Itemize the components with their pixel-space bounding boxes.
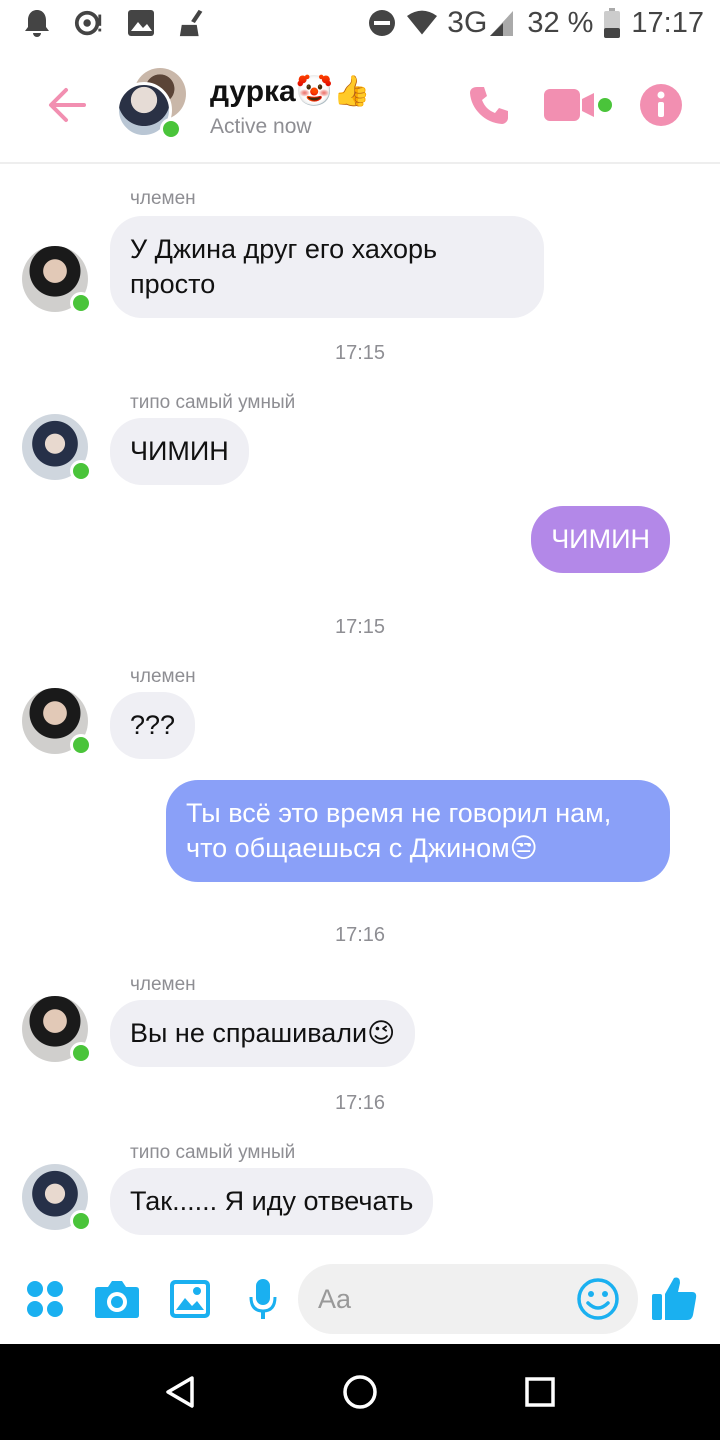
- wifi-icon: [407, 8, 438, 38]
- message-bubble-outgoing[interactable]: Ты всё это время не говорил нам, что общ…: [166, 780, 670, 882]
- message-input-container: [298, 1264, 638, 1334]
- avatar[interactable]: [22, 996, 92, 1064]
- camera-button[interactable]: [94, 1276, 140, 1322]
- triangle-back-icon: [166, 1376, 194, 1408]
- online-indicator: [70, 734, 92, 756]
- online-indicator: [70, 1210, 92, 1232]
- nav-recents-button[interactable]: [520, 1372, 560, 1412]
- online-indicator: [70, 1042, 92, 1064]
- avatar[interactable]: [22, 414, 92, 482]
- status-bar: 3G 32 % 17:17: [0, 0, 720, 50]
- chat-title-area[interactable]: дурка🤡👍 Active now: [210, 74, 370, 139]
- sender-name: члемен: [130, 188, 196, 209]
- image-icon: [170, 1280, 210, 1318]
- nav-home-button[interactable]: [340, 1372, 380, 1412]
- message-list[interactable]: члемен У Джина друг его хахорь просто 17…: [0, 164, 720, 1254]
- voice-message-button[interactable]: [240, 1276, 286, 1322]
- clock: 17:17: [631, 6, 704, 39]
- message-bubble[interactable]: ЧИМИН: [110, 418, 249, 485]
- gallery-icon: [126, 8, 156, 38]
- battery-icon: [603, 8, 621, 38]
- message-bubble[interactable]: У Джина друг его хахорь просто: [110, 216, 544, 318]
- back-arrow-icon: [49, 88, 86, 122]
- timestamp: 17:15: [334, 616, 386, 638]
- like-button[interactable]: [648, 1272, 700, 1324]
- active-status: Active now: [210, 115, 312, 138]
- voice-call-button[interactable]: [464, 80, 514, 130]
- timestamp: 17:16: [334, 924, 386, 946]
- square-recents-icon: [525, 1377, 555, 1407]
- timestamp: 17:15: [334, 342, 386, 364]
- thumbs-up-icon: [652, 1277, 697, 1320]
- chat-header: дурка🤡👍 Active now: [0, 50, 720, 164]
- network-type: 3G: [447, 6, 488, 39]
- avatar[interactable]: [22, 246, 92, 314]
- phone-icon: [470, 87, 508, 124]
- battery-percent: 32 %: [527, 6, 594, 39]
- video-camera-icon: [544, 89, 612, 121]
- timestamp: 17:16: [334, 1092, 386, 1114]
- four-dots-icon: [27, 1281, 63, 1317]
- gallery-button[interactable]: [167, 1276, 213, 1322]
- system-navigation-bar: [0, 1344, 720, 1440]
- avatar[interactable]: [22, 1164, 92, 1232]
- group-avatar[interactable]: [116, 68, 188, 140]
- signal-icon: [487, 8, 517, 38]
- dnd-icon: [367, 8, 397, 38]
- avatar[interactable]: [22, 688, 92, 756]
- notification-bell-icon: [22, 8, 52, 38]
- emoji-button[interactable]: [576, 1277, 620, 1321]
- chat-title: дурка🤡👍: [210, 75, 371, 108]
- camera-icon: [95, 1281, 139, 1318]
- sender-name: члемен: [130, 974, 196, 995]
- message-bubble[interactable]: Вы не спрашивали😉: [110, 1000, 416, 1067]
- sender-name: типо самый умный: [130, 392, 296, 413]
- nav-back-button[interactable]: [160, 1372, 200, 1412]
- sender-name: типо самый умный: [130, 1142, 296, 1163]
- back-button[interactable]: [44, 82, 90, 128]
- location-icon: [74, 8, 104, 38]
- online-indicator: [70, 292, 92, 314]
- video-call-button[interactable]: [544, 80, 614, 130]
- message-bubble-outgoing[interactable]: ЧИМИН: [531, 506, 670, 573]
- message-bubble[interactable]: Так...... Я иду отвечать: [110, 1168, 434, 1235]
- circle-home-icon: [343, 1375, 377, 1409]
- info-button[interactable]: [636, 80, 686, 130]
- smiley-icon: [577, 1278, 619, 1320]
- cleaner-icon: [178, 8, 208, 38]
- online-indicator: [160, 118, 182, 140]
- microphone-icon: [249, 1279, 277, 1319]
- message-composer: [0, 1254, 720, 1344]
- message-bubble[interactable]: ???: [110, 692, 196, 759]
- message-input[interactable]: [318, 1264, 568, 1334]
- sender-name: члемен: [130, 666, 196, 687]
- more-actions-button[interactable]: [22, 1276, 68, 1322]
- online-indicator: [70, 460, 92, 482]
- info-icon: [640, 84, 682, 126]
